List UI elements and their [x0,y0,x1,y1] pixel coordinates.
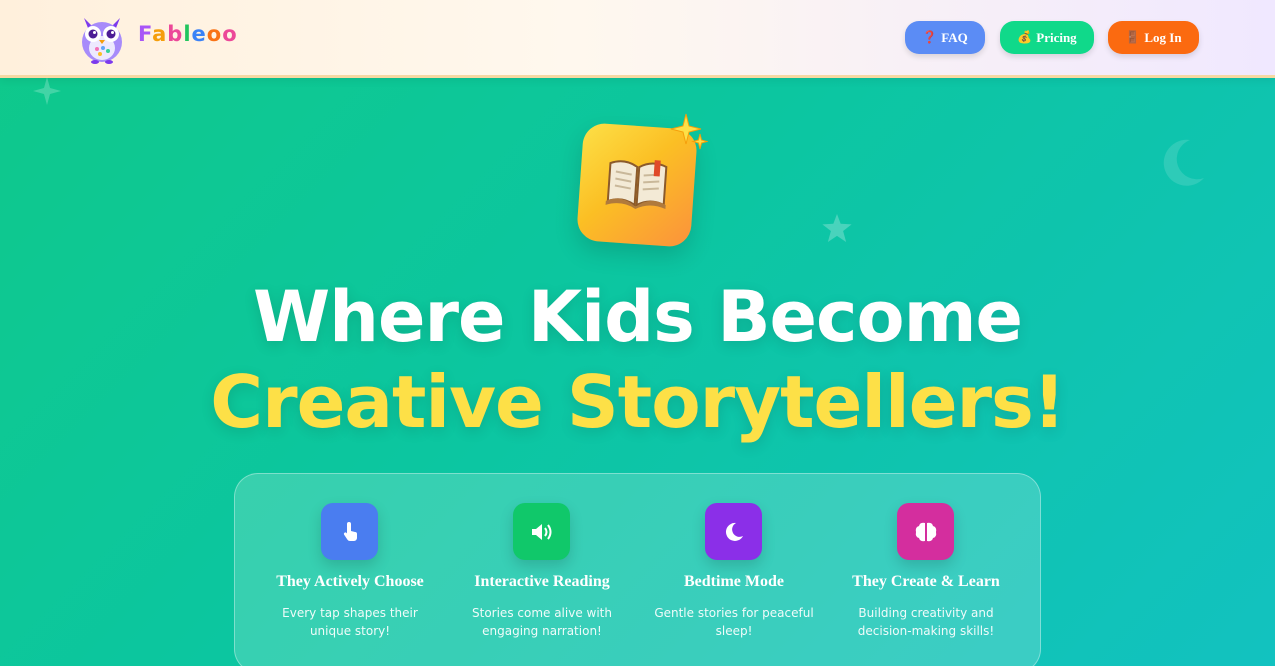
feature-title: They Create & Learn [852,573,1000,590]
feature-desc: Building creativity and decision-making … [857,606,995,638]
door-icon: 🚪 [1125,30,1141,44]
money-bag-icon: 💰 [1017,30,1033,44]
feature-desc: Stories come alive with engaging narrati… [472,606,612,638]
pricing-label: Pricing [1036,29,1077,45]
owl-logo-icon[interactable] [78,12,126,64]
sparkle-decoration-icon [33,77,61,110]
feature-title: Bedtime Mode [684,573,784,590]
speaker-icon [513,503,570,560]
features-panel: They Actively Choose Every tap shapes th… [234,473,1041,666]
login-button[interactable]: 🚪 Log In [1108,21,1199,54]
moon-decoration-icon [1160,138,1206,193]
open-book-icon [603,154,671,215]
faq-label: FAQ [941,29,968,45]
hero-title-line1: Where Kids Become [252,276,1023,358]
tap-hand-icon [321,503,378,560]
hero-title-line2: Creative Storytellers! [210,360,1066,444]
star-decoration-icon [822,214,852,247]
feature-desc: Every tap shapes their unique story! [282,606,418,638]
question-mark-icon: ❓ [922,30,938,44]
sparkles-icon [668,112,709,157]
brain-icon [897,503,954,560]
moon-icon [705,503,762,560]
login-label: Log In [1144,29,1182,45]
feature-desc: Gentle stories for peaceful sleep! [654,606,814,638]
feature-title: Interactive Reading [474,573,610,590]
faq-button[interactable]: ❓ FAQ [905,21,985,54]
brand-name[interactable]: Fableoo [138,22,238,46]
top-navbar: Fableoo ❓ FAQ 💰 Pricing 🚪 Log In [0,0,1275,78]
pricing-button[interactable]: 💰 Pricing [1000,21,1094,54]
feature-title: They Actively Choose [276,573,424,590]
